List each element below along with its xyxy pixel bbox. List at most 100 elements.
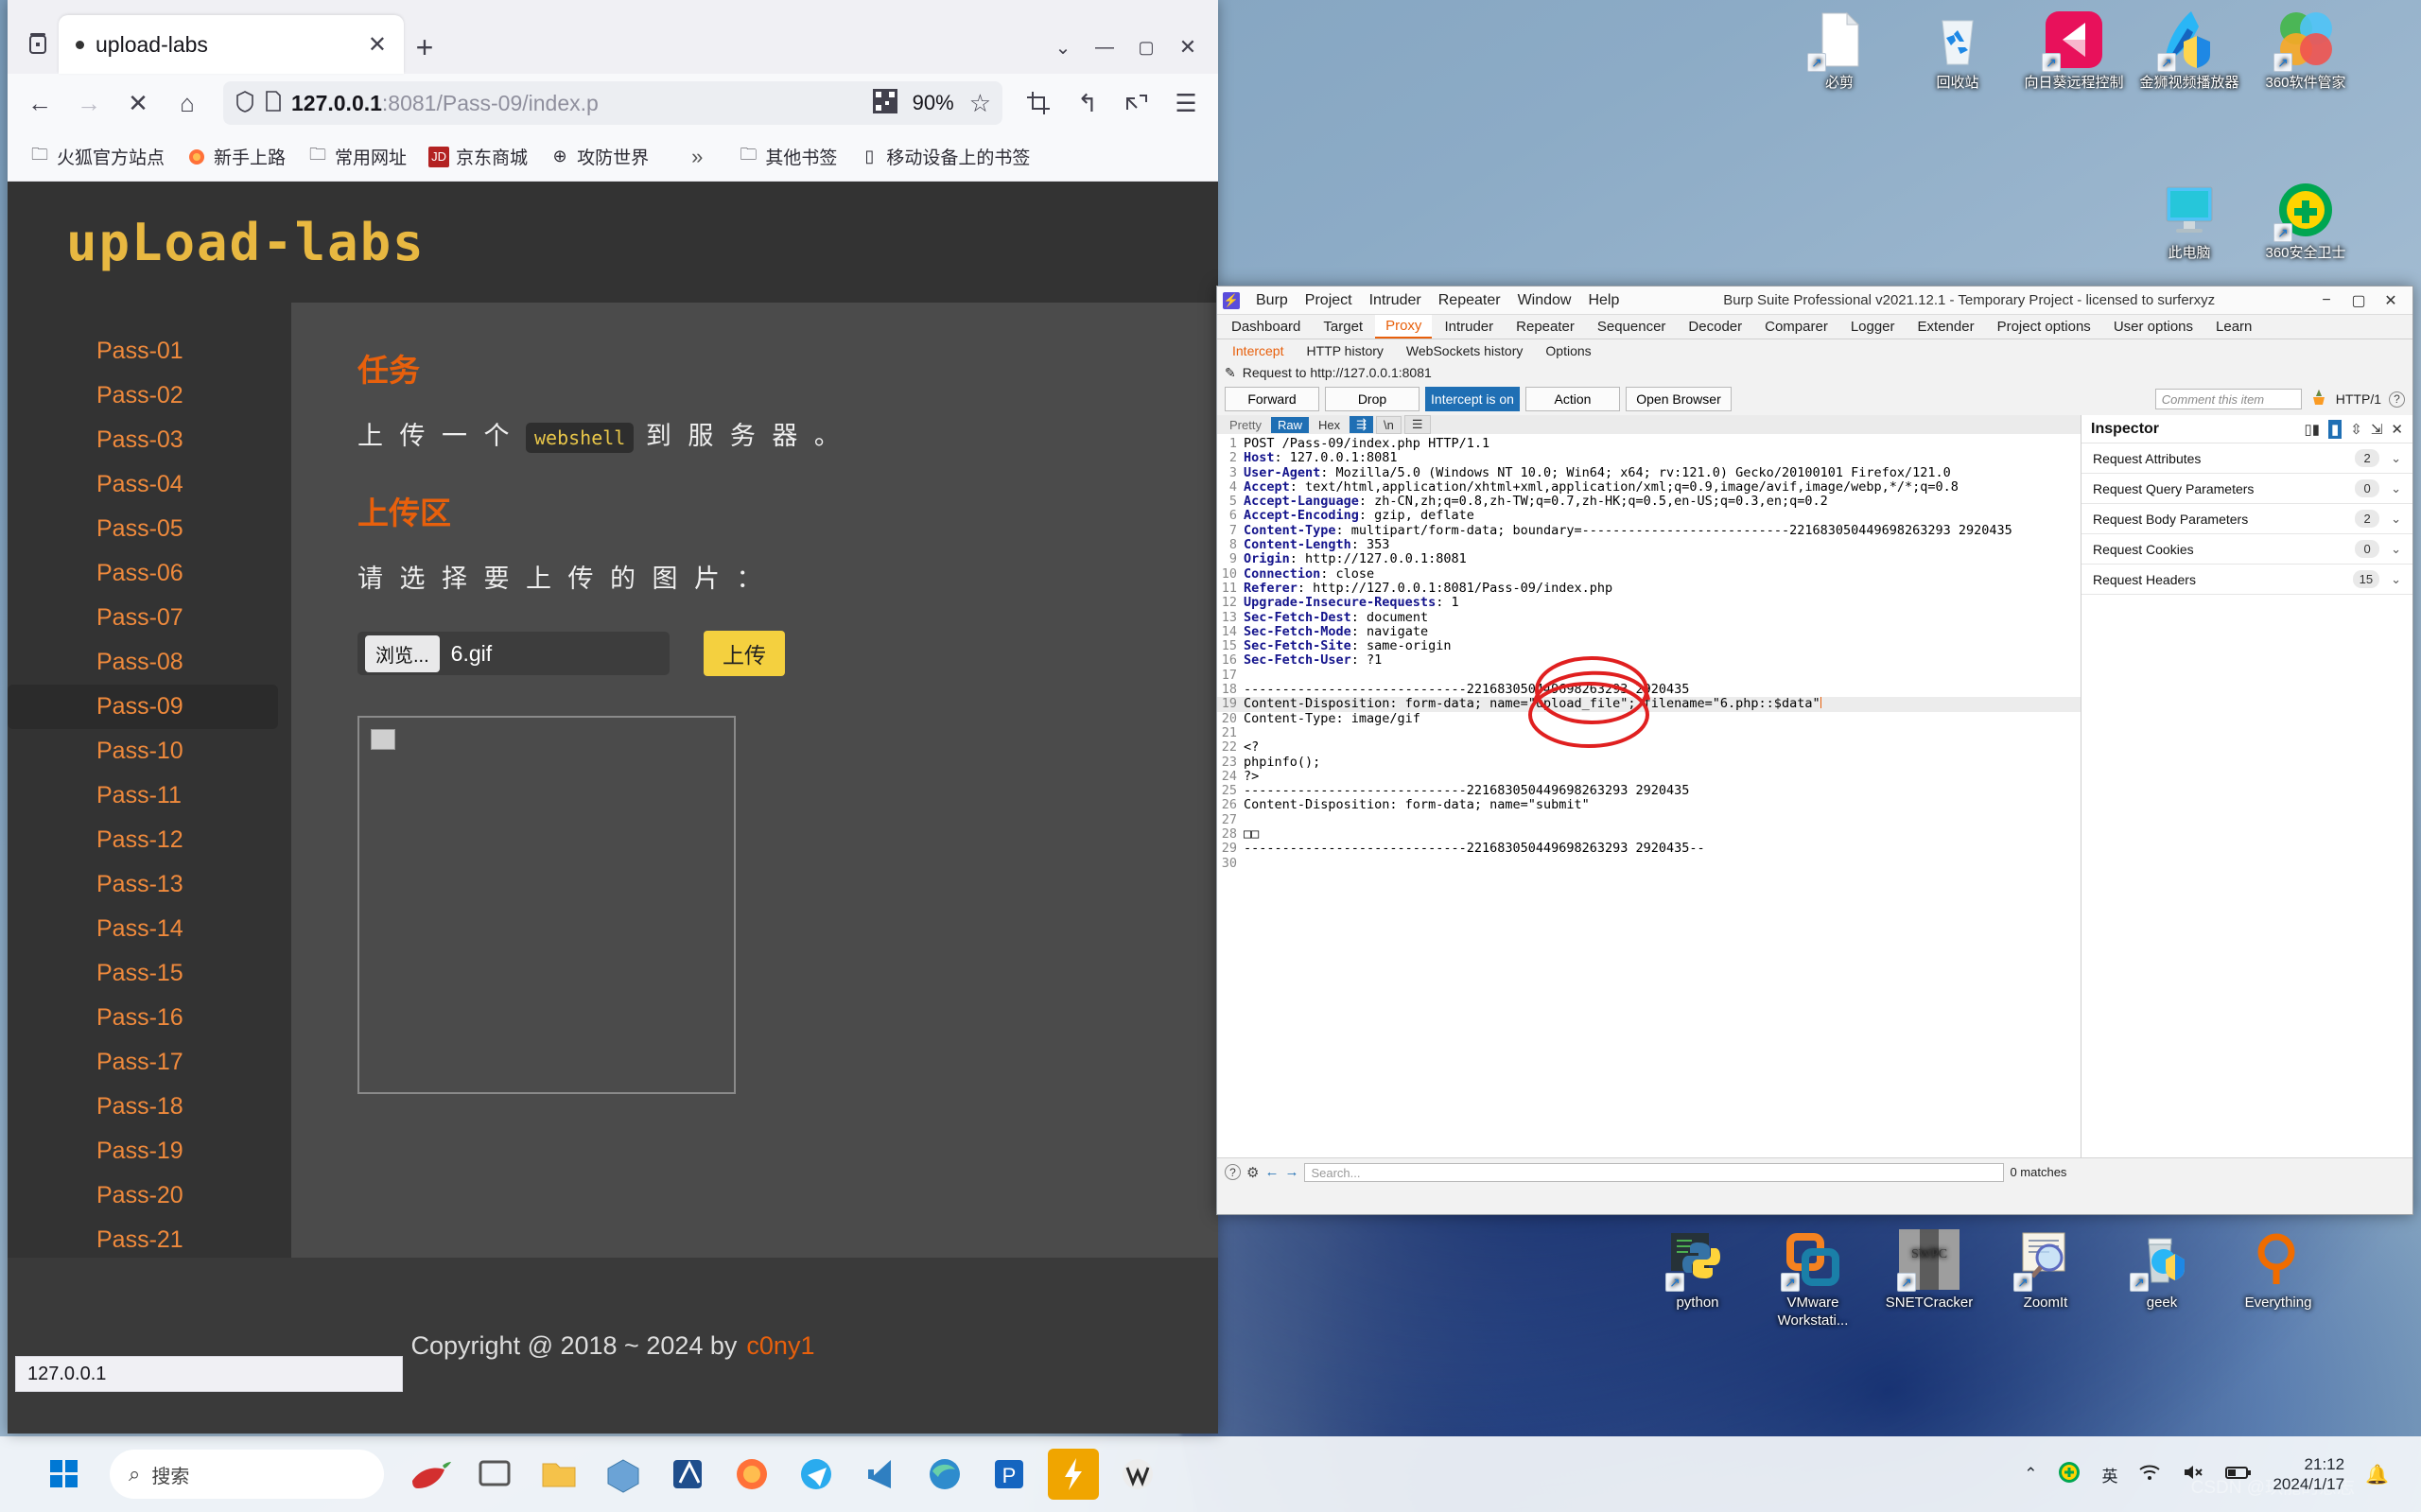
- help-icon[interactable]: ?: [2389, 391, 2405, 408]
- bookmark-item[interactable]: 新手上路: [178, 139, 294, 174]
- menu-project[interactable]: Project: [1297, 292, 1361, 309]
- format-lines-icon[interactable]: ☰: [1403, 415, 1431, 434]
- window-maximize-button[interactable]: ▢: [1125, 26, 1167, 68]
- desktop-icon-vmware[interactable]: ↗ VMware Workstati...: [1756, 1229, 1870, 1330]
- inspector-row-body-parameters[interactable]: Request Body Parameters 2 ⌄: [2081, 504, 2412, 534]
- tab-project-options[interactable]: Project options: [1987, 316, 2101, 338]
- editor-icon[interactable]: [662, 1449, 713, 1500]
- menu-repeater[interactable]: Repeater: [1430, 292, 1509, 309]
- forward-button[interactable]: →: [68, 82, 110, 124]
- sidebar-item-pass-01[interactable]: Pass-01: [8, 329, 291, 374]
- browser-tab[interactable]: upload-labs ✕: [59, 15, 404, 74]
- battery-icon[interactable]: [2225, 1464, 2252, 1486]
- edge-icon[interactable]: [919, 1449, 970, 1500]
- editor-tab-hex[interactable]: Hex: [1312, 417, 1347, 433]
- tab-target[interactable]: Target: [1313, 316, 1373, 338]
- desktop-icon-snetcracker[interactable]: SWPC ↗ SNETCracker: [1872, 1229, 1986, 1312]
- tab-proxy[interactable]: Proxy: [1375, 315, 1433, 339]
- zoom-level[interactable]: 90%: [907, 91, 960, 115]
- request-raw-text[interactable]: 1 POST /Pass-09/index.php HTTP/1.1 2 Host:…: [1217, 434, 2081, 1157]
- chevron-down-icon[interactable]: ⌄: [2391, 451, 2401, 466]
- w-icon[interactable]: [1112, 1449, 1163, 1500]
- subtab-intercept[interactable]: Intercept: [1221, 341, 1295, 360]
- sidebar-item-pass-16[interactable]: Pass-16: [8, 996, 291, 1040]
- stop-button[interactable]: ✕: [117, 82, 159, 124]
- upload-submit-button[interactable]: 上传: [704, 631, 785, 676]
- open-browser-button[interactable]: Open Browser: [1626, 387, 1732, 411]
- desktop-icon-everything[interactable]: Everything: [2221, 1229, 2335, 1312]
- sidebar-item-pass-14[interactable]: Pass-14: [8, 907, 291, 951]
- sidebar-item-pass-13[interactable]: Pass-13: [8, 862, 291, 907]
- share-icon[interactable]: [1116, 82, 1158, 124]
- desktop-icon-geek[interactable]: ↗ geek: [2105, 1229, 2219, 1312]
- editor-tab-raw[interactable]: Raw: [1270, 416, 1309, 433]
- tray-chevron-icon[interactable]: ⌃: [2024, 1465, 2037, 1484]
- inspector-close-icon[interactable]: ✕: [2391, 421, 2403, 438]
- forward-button[interactable]: Forward: [1225, 387, 1319, 411]
- inspector-row-cookies[interactable]: Request Cookies 0 ⌄: [2081, 534, 2412, 565]
- bookmark-item[interactable]: 🗀 常用网址: [299, 139, 415, 174]
- subtab-options[interactable]: Options: [1534, 341, 1602, 360]
- comment-input[interactable]: Comment this item: [2154, 389, 2302, 409]
- file-input[interactable]: 浏览... 6.gif: [357, 632, 670, 675]
- vscode-icon[interactable]: [855, 1449, 906, 1500]
- chili-icon[interactable]: [405, 1449, 456, 1500]
- sidebar-item-pass-04[interactable]: Pass-04: [8, 462, 291, 507]
- window-close-button[interactable]: ✕: [1167, 26, 1209, 68]
- tab-sequencer[interactable]: Sequencer: [1587, 316, 1677, 338]
- sidebar-item-pass-20[interactable]: Pass-20: [8, 1173, 291, 1218]
- address-bar[interactable]: 127.0.0.1:8081/Pass-09/index.p 90% ☆: [223, 81, 1002, 125]
- chevron-down-icon[interactable]: ⌄: [2391, 512, 2401, 527]
- highlighter-icon[interactable]: [2309, 388, 2328, 411]
- clock-date[interactable]: 2024/1/17: [2273, 1474, 2344, 1494]
- desktop-icon-video-player[interactable]: ↗ 金狮视频播放器: [2133, 9, 2246, 93]
- desktop-icon-this-pc[interactable]: 此电脑: [2133, 180, 2246, 263]
- back-button[interactable]: ←: [19, 82, 61, 124]
- sidebar-item-pass-18[interactable]: Pass-18: [8, 1085, 291, 1129]
- page-info-icon[interactable]: [265, 90, 282, 116]
- footer-author-link[interactable]: c0ny1: [746, 1331, 814, 1361]
- tab-extender[interactable]: Extender: [1907, 316, 1985, 338]
- qr-icon[interactable]: [872, 88, 897, 118]
- bookmarks-overflow-button[interactable]: »: [683, 140, 711, 174]
- telegram-icon[interactable]: [791, 1449, 842, 1500]
- desktop-icon-python[interactable]: ↗ python: [1641, 1229, 1754, 1312]
- undo-icon[interactable]: ↰: [1067, 82, 1108, 124]
- clock-time[interactable]: 21:12: [2305, 1454, 2345, 1474]
- tab-learn[interactable]: Learn: [2205, 316, 2262, 338]
- desktop-icon-bijian[interactable]: ↗ 必剪: [1783, 9, 1896, 93]
- crop-icon[interactable]: [1018, 82, 1059, 124]
- ime-indicator[interactable]: 英: [2101, 1463, 2117, 1486]
- collapse-all-icon[interactable]: ⇲: [2371, 421, 2383, 438]
- desktop-icon-360-security[interactable]: ↗ 360安全卫士: [2249, 180, 2362, 263]
- desktop-icon-360-software-manager[interactable]: ↗ 360软件管家: [2249, 9, 2362, 93]
- sidebar-item-pass-17[interactable]: Pass-17: [8, 1040, 291, 1085]
- show-newlines-icon[interactable]: \n: [1376, 415, 1402, 434]
- firefox-view-icon[interactable]: [17, 23, 59, 64]
- inspector-row-query-parameters[interactable]: Request Query Parameters 0 ⌄: [2081, 474, 2412, 504]
- taskbar-search[interactable]: ⌕ 搜索: [110, 1450, 384, 1499]
- chevron-down-icon[interactable]: ⌄: [2391, 542, 2401, 557]
- editor-tab-pretty[interactable]: Pretty: [1223, 417, 1268, 433]
- http-version-label[interactable]: HTTP/1: [2336, 391, 2381, 407]
- layout-split-icon[interactable]: ▮: [2328, 419, 2343, 439]
- folder-icon[interactable]: [533, 1449, 584, 1500]
- word-wrap-icon[interactable]: ⇶: [1350, 416, 1374, 433]
- settings-gear-icon[interactable]: ⚙: [1246, 1164, 1259, 1181]
- inspector-row-request-attributes[interactable]: Request Attributes 2 ⌄: [2081, 443, 2412, 474]
- bookmark-item[interactable]: JD 京东商城: [420, 139, 536, 174]
- intercept-toggle-button[interactable]: Intercept is on: [1425, 387, 1520, 411]
- tab-intruder[interactable]: Intruder: [1434, 316, 1504, 338]
- menu-burp[interactable]: Burp: [1247, 292, 1297, 309]
- 360-tray-icon[interactable]: [2058, 1461, 2081, 1488]
- search-prev-icon[interactable]: ←: [1264, 1164, 1279, 1180]
- menu-intruder[interactable]: Intruder: [1361, 292, 1430, 309]
- notification-bell-icon[interactable]: 🔔: [2365, 1463, 2389, 1486]
- task-view-icon[interactable]: [469, 1449, 520, 1500]
- subtab-http-history[interactable]: HTTP history: [1295, 341, 1394, 360]
- desktop-icon-recycle-bin[interactable]: 回收站: [1901, 9, 2014, 93]
- menu-window[interactable]: Window: [1509, 292, 1580, 309]
- window-minimize-button[interactable]: —: [1084, 26, 1125, 68]
- sidebar-item-pass-12[interactable]: Pass-12: [8, 818, 291, 862]
- sidebar-item-pass-19[interactable]: Pass-19: [8, 1129, 291, 1173]
